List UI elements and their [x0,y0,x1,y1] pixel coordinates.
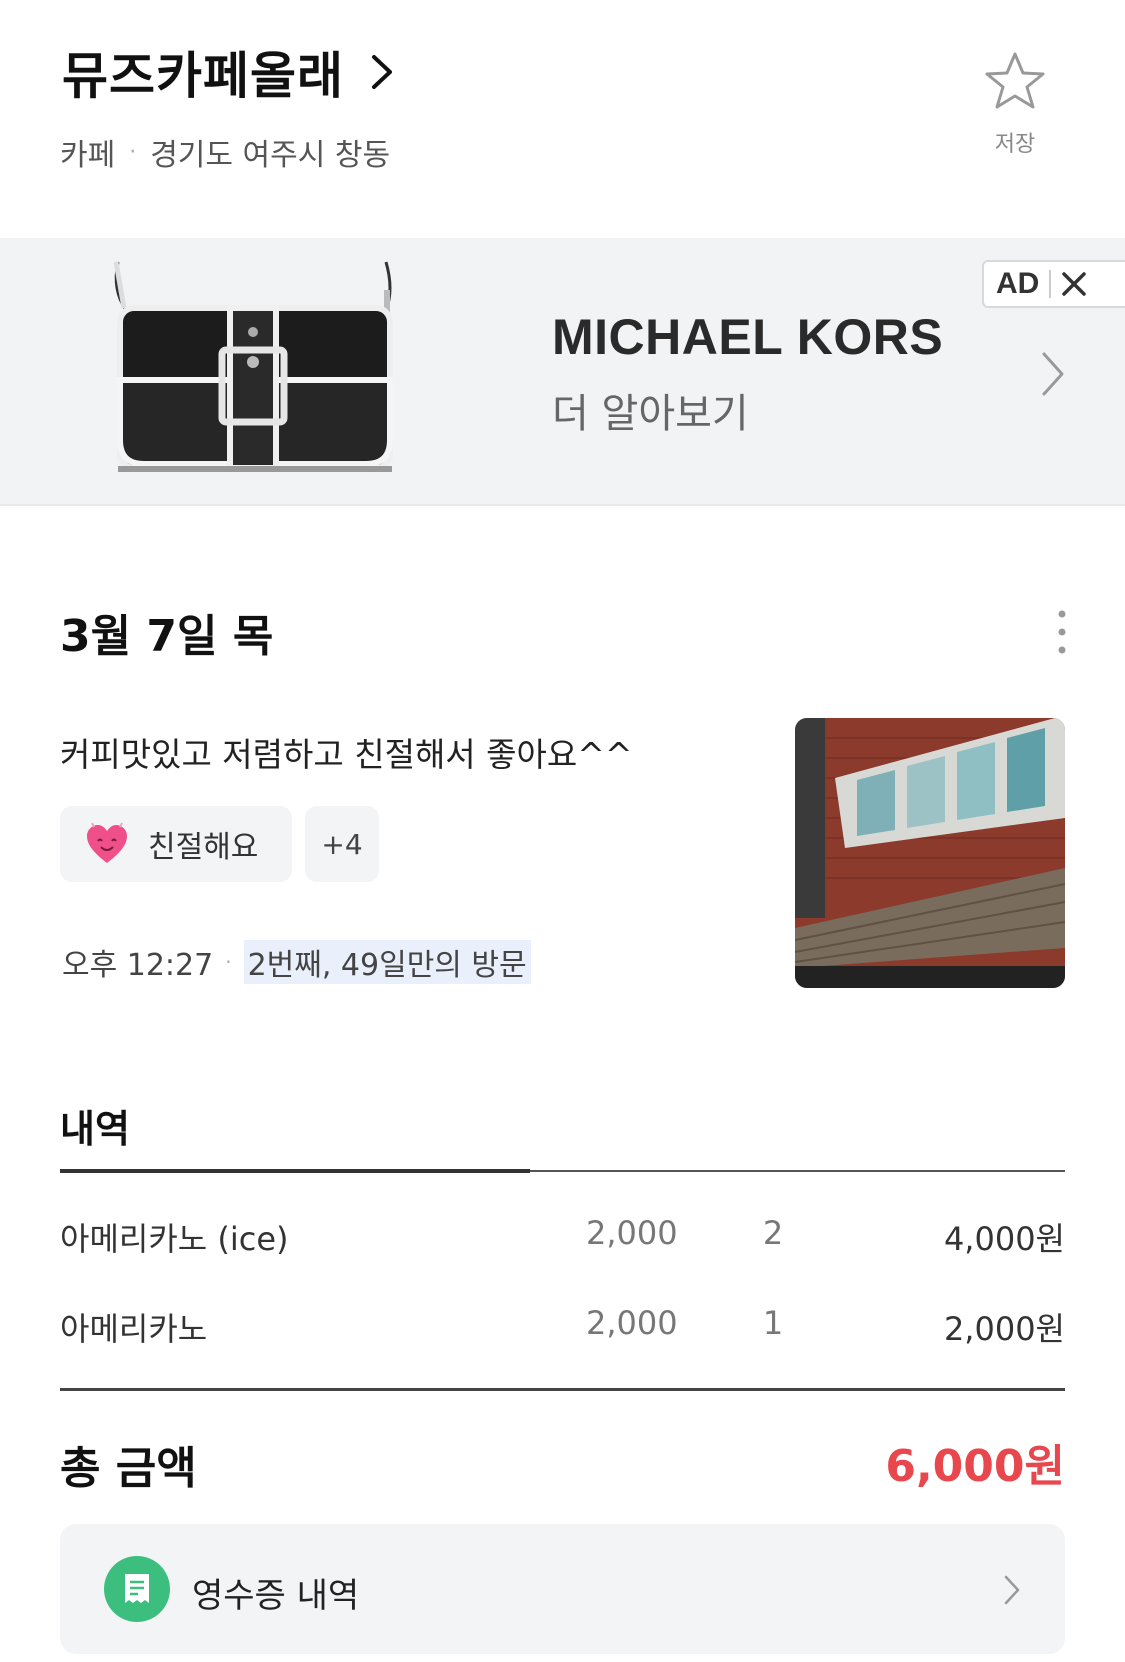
visit-date: 3월 7일 목 [60,611,274,662]
receipt-history-button[interactable]: 영수증 내역 [60,1524,1065,1654]
ad-cta-text: 더 알아보기 [552,391,749,437]
receipt-item-row: 아메리카노 (ice) 2,000 2 4,000원 [60,1214,1065,1264]
ad-badge-divider [1049,270,1052,298]
item-total: 4,000원 [943,1220,1065,1258]
visit-count: 2번째, 49일만의 방문 [243,940,531,984]
item-unit-price: 2,000 [586,1214,678,1252]
ad-banner[interactable]: MICHAEL KORS 더 알아보기 AD [0,238,1125,506]
item-quantity: 1 [762,1304,784,1342]
total-divider [60,1388,1065,1391]
section-active-indicator [60,1169,530,1173]
review-tag-chip[interactable]: 친절해요 [60,806,292,882]
more-vertical-icon[interactable] [1050,608,1074,656]
ad-brand: MICHAEL KORS [552,309,944,365]
chevron-right-icon [372,55,392,89]
star-outline-icon [985,52,1045,109]
ad-product-image [113,261,393,472]
review-text: 커피맛있고 저렴하고 친절해서 좋아요^^ [60,735,633,774]
place-category: 카페 [60,138,116,173]
receipt-history-label: 영수증 내역 [192,1576,360,1616]
smiling-heart-icon [87,822,127,863]
place-title: 뮤즈카페올래 [62,47,344,105]
ad-badge: AD [982,260,1125,308]
item-quantity: 2 [762,1214,784,1252]
item-name: 아메리카노 [60,1310,208,1348]
chevron-right-icon [1042,352,1064,396]
ad-label: AD [996,267,1040,300]
receipt-icon [104,1556,170,1622]
visit-meta: 오후 12:27 · 2번째, 49일만의 방문 [62,940,531,984]
item-total: 2,000원 [943,1310,1065,1348]
save-label: 저장 [994,132,1036,157]
place-title-link[interactable]: 뮤즈카페올래 [62,36,394,108]
close-icon[interactable] [1061,271,1087,297]
place-header: 뮤즈카페올래 카페 · 경기도 여주시 창동 저장 [0,0,1125,238]
item-unit-price: 2,000 [586,1304,678,1342]
chevron-right-icon [1004,1575,1020,1605]
visit-time: 오후 12:27 [62,948,214,983]
tag-label: 친절해요 [148,830,259,865]
meta-separator: · [225,950,232,974]
more-tags-button[interactable]: +4 [305,806,379,882]
place-meta: 카페 · 경기도 여주시 창동 [60,130,390,174]
receipt-section-title: 내역 [60,1107,130,1151]
total-amount: 6,000원 [885,1441,1065,1492]
save-button[interactable]: 저장 [975,50,1055,158]
visit-photo[interactable] [795,718,1065,988]
place-address: 경기도 여주시 창동 [150,138,391,173]
total-label: 총 금액 [60,1443,197,1494]
item-name: 아메리카노 (ice) [60,1220,289,1258]
place-review-page: 뮤즈카페올래 카페 · 경기도 여주시 창동 저장 MICHAEL KORS 더… [0,0,1125,1662]
meta-separator: · [129,139,137,165]
more-tags-count: +4 [321,827,363,861]
receipt-item-row: 아메리카노 2,000 1 2,000원 [60,1304,1065,1354]
